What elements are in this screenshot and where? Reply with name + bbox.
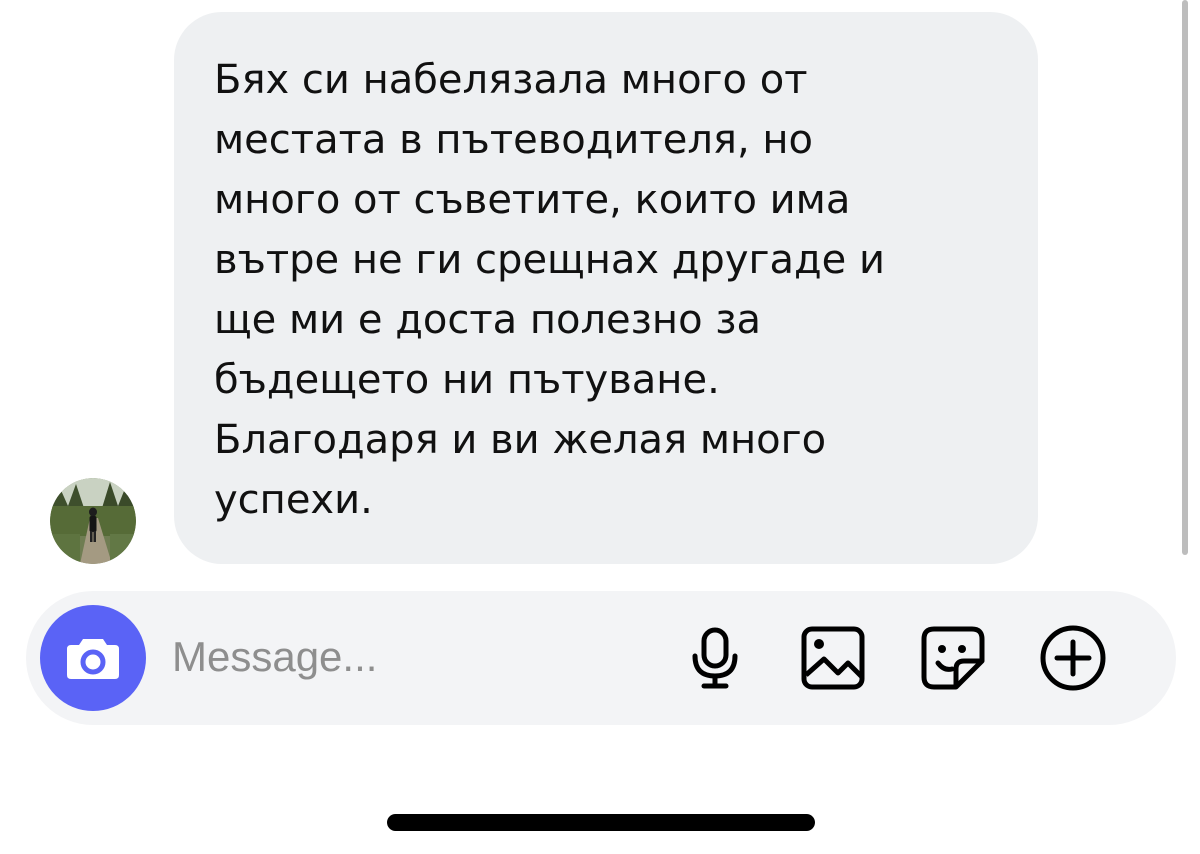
home-indicator[interactable] — [387, 814, 815, 831]
microphone-icon — [692, 627, 738, 689]
voice-message-button[interactable] — [678, 621, 752, 695]
camera-button[interactable] — [40, 605, 146, 711]
chat-area: Бях си набелязала много от местата в път… — [0, 0, 1200, 580]
sender-avatar[interactable] — [50, 478, 136, 564]
plus-icon — [1040, 625, 1106, 691]
message-composer — [26, 591, 1176, 725]
message-text: Бях си набелязала много от местата в път… — [214, 57, 885, 523]
sticker-icon — [921, 626, 985, 690]
scrollbar[interactable] — [1182, 0, 1188, 555]
gallery-icon — [801, 626, 865, 690]
gallery-button[interactable] — [796, 621, 870, 695]
sticker-button[interactable] — [916, 621, 990, 695]
profile-photo-icon — [50, 478, 136, 564]
more-button[interactable] — [1036, 621, 1110, 695]
camera-icon — [67, 639, 119, 679]
message-bubble[interactable]: Бях си набелязала много от местата в път… — [174, 12, 1038, 564]
message-input[interactable] — [172, 627, 652, 687]
message-row: Бях си набелязала много от местата в път… — [0, 0, 1200, 580]
